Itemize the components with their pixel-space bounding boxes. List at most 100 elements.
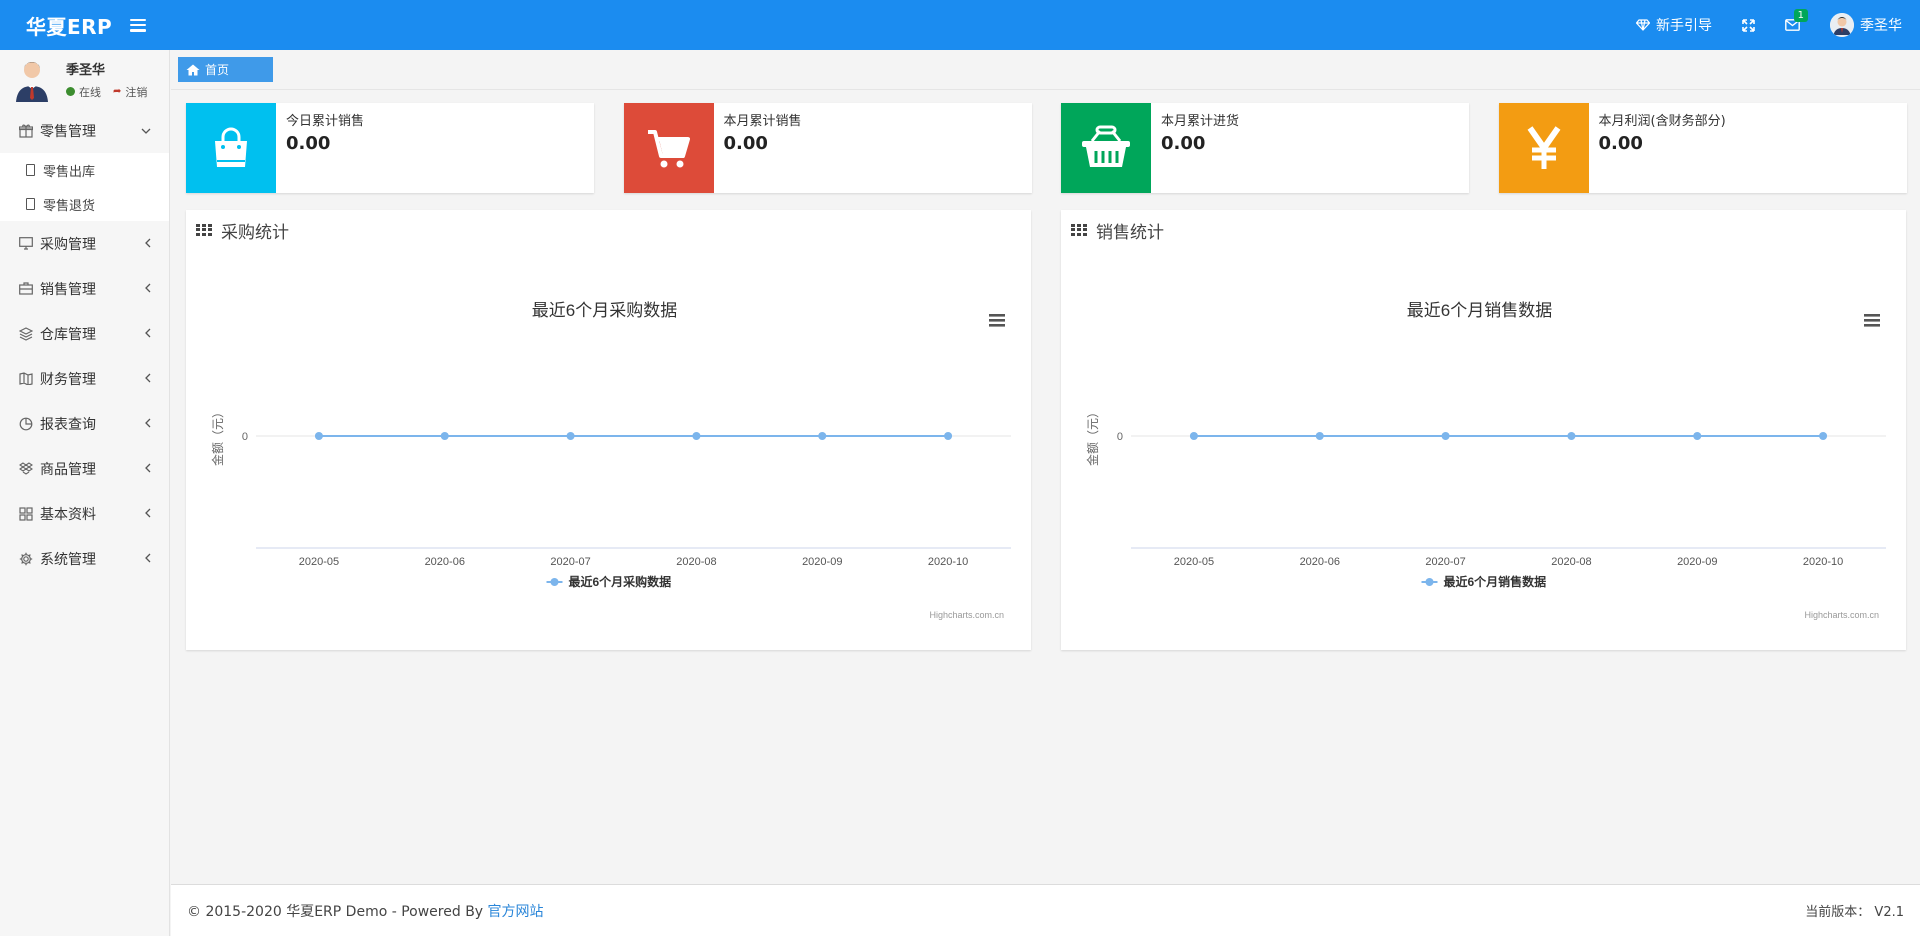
breadcrumb: 首页 bbox=[171, 50, 1920, 90]
data-point bbox=[314, 432, 323, 440]
avatar bbox=[1830, 13, 1854, 37]
sidebar-menu: 零售管理零售出库 零售退货采购管理销售管理仓库管理 财务管理 报表查询 商品管理 基本资料… bbox=[0, 108, 169, 581]
brand-logo[interactable]: 华夏ERP bbox=[26, 11, 112, 40]
logout-icon[interactable]: ➦ bbox=[113, 86, 121, 97]
sidebar-subitem-1[interactable]: 零售出库 bbox=[0, 153, 169, 187]
panel-title: 采购统计 bbox=[221, 222, 289, 243]
stat-label: 本月利润(含财务部分) bbox=[1598, 114, 1726, 129]
sidebar-item-5[interactable]: 财务管理 bbox=[0, 356, 169, 401]
sidebar-item-6[interactable]: 报表查询 bbox=[0, 401, 169, 446]
sidebar: 季圣华 在线 ➦ 注销 零售管理零售出库 零售退货采购管理销售管理仓库管理 财务管理… bbox=[0, 50, 170, 936]
sidebar-toggle-icon[interactable] bbox=[130, 18, 147, 32]
yen-icon bbox=[1498, 103, 1589, 193]
x-tick-label: 2020-08 bbox=[676, 556, 716, 568]
footer: © 2015-2020 华夏ERP Demo - Powered By 官方网站… bbox=[171, 884, 1920, 936]
chart-title: 最近6个月销售数据 bbox=[1407, 301, 1552, 320]
stat-value: 0.00 bbox=[1598, 133, 1643, 154]
user-name: 季圣华 bbox=[1860, 18, 1902, 34]
sidebar-item-label: 零售管理 bbox=[40, 123, 96, 140]
chart-menu-icon[interactable] bbox=[1864, 314, 1880, 327]
sidebar-menu-group: 系统管理 bbox=[0, 536, 169, 581]
tab-home[interactable]: 首页 bbox=[178, 57, 274, 82]
legend-label: 最近6个月销售数据 bbox=[1444, 574, 1547, 589]
layers-icon bbox=[18, 326, 33, 341]
purchase-chart: 最近6个月采购数据金额（元） 02020-05 2020-06 2020-07 2020… bbox=[210, 301, 1011, 620]
stat-box: 本月累计销售 0.00 bbox=[623, 103, 1032, 193]
sidebar-subitem-2[interactable]: 零售退货 bbox=[0, 187, 169, 221]
messages-button[interactable]: 1 bbox=[1785, 9, 1808, 31]
x-tick-label: 2020-10 bbox=[1803, 556, 1843, 568]
sidebar-item-8[interactable]: 基本资料 bbox=[0, 491, 169, 536]
panel-header: 采购统计 bbox=[186, 210, 1031, 250]
x-tick-label: 2020-09 bbox=[802, 556, 842, 568]
user-panel: 季圣华 在线 ➦ 注销 bbox=[0, 50, 169, 108]
official-site-link[interactable]: 官方网站 bbox=[488, 901, 544, 921]
version-label: 当前版本： bbox=[1805, 905, 1871, 920]
sidebar-item-4[interactable]: 仓库管理 bbox=[0, 311, 169, 356]
chevron-left-icon bbox=[145, 327, 151, 341]
y-axis-label: 金额（元） bbox=[1085, 406, 1100, 466]
chart-menu-bar bbox=[1864, 314, 1880, 317]
legend-label: 最近6个月采购数据 bbox=[569, 574, 672, 589]
chart-menu-icon[interactable] bbox=[989, 314, 1005, 327]
chevron-left-icon bbox=[145, 282, 151, 296]
desktop-icon bbox=[18, 236, 33, 251]
panel-title: 销售统计 bbox=[1096, 222, 1164, 243]
data-point bbox=[692, 432, 701, 440]
sidebar-item-9[interactable]: 系统管理 bbox=[0, 536, 169, 581]
chart-legend[interactable]: 最近6个月销售数据 bbox=[1421, 574, 1547, 589]
guide-button[interactable]: 新手引导 bbox=[1636, 15, 1712, 35]
sidebar-item-3[interactable]: 销售管理 bbox=[0, 266, 169, 311]
sidebar-item-7[interactable]: 商品管理 bbox=[0, 446, 169, 491]
chart-credits[interactable]: Highcharts.com.cn bbox=[929, 610, 1004, 620]
chevron-left-icon bbox=[145, 552, 151, 566]
chart-menu-bar bbox=[989, 319, 1005, 322]
sidebar-menu-group: 商品管理 bbox=[0, 446, 169, 491]
data-point bbox=[1189, 432, 1198, 440]
pie-chart-icon bbox=[18, 416, 33, 431]
top-right-menu: 新手引导 1 季圣华 bbox=[1606, 0, 1920, 50]
main-content: 首页 今日累计销售 0.00 本月累计销售 0.00 本月累计进货 0.00 本月利润(含财… bbox=[171, 50, 1920, 884]
sales-panel: 销售统计 最近6个月销售数据 金额（元） 0 2020-05 2020-06 2020-0… bbox=[1061, 210, 1906, 650]
legend-marker bbox=[1425, 578, 1434, 586]
sidebar-item-label: 销售管理 bbox=[40, 281, 96, 298]
sidebar-menu-group: 仓库管理 bbox=[0, 311, 169, 356]
data-point bbox=[1567, 432, 1576, 440]
version-number: V2.1 bbox=[1874, 905, 1904, 920]
chart-menu-bar bbox=[989, 324, 1005, 327]
stat-label: 本月累计销售 bbox=[723, 114, 802, 129]
sidebar-item-2[interactable]: 采购管理 bbox=[0, 221, 169, 266]
sidebar-menu-group: 销售管理 bbox=[0, 266, 169, 311]
x-tick-label: 2020-06 bbox=[425, 556, 465, 568]
online-status-label: 在线 bbox=[79, 85, 101, 99]
guide-label: 新手引导 bbox=[1656, 18, 1712, 34]
data-point bbox=[1819, 432, 1828, 440]
stat-row: 今日累计销售 0.00 本月累计销售 0.00 本月累计进货 0.00 本月利润(含财务部分… bbox=[186, 103, 1907, 193]
legend-marker bbox=[550, 578, 559, 586]
x-tick-label: 2020-07 bbox=[550, 556, 590, 568]
user-menu[interactable]: 季圣华 bbox=[1830, 13, 1902, 37]
stat-box: 今日累计销售 0.00 bbox=[186, 103, 594, 193]
x-tick-label: 2020-07 bbox=[1425, 556, 1465, 568]
sidebar-menu-group: 基本资料 bbox=[0, 491, 169, 536]
logout-link[interactable]: 注销 bbox=[125, 84, 147, 100]
sidebar-item-label: 采购管理 bbox=[40, 236, 96, 253]
data-point bbox=[440, 432, 449, 440]
fullscreen-button[interactable] bbox=[1742, 18, 1755, 32]
chart-title: 最近6个月采购数据 bbox=[532, 301, 677, 320]
brand-area: 华夏ERP bbox=[0, 11, 170, 40]
tab-home-label: 首页 bbox=[205, 63, 230, 77]
chart-menu-bar bbox=[1864, 319, 1880, 322]
x-tick-label: 2020-05 bbox=[299, 556, 339, 568]
sidebar-item-1[interactable]: 零售管理 bbox=[0, 108, 169, 153]
chart-credits[interactable]: Highcharts.com.cn bbox=[1804, 610, 1879, 620]
sidebar-user-name: 季圣华 bbox=[66, 62, 106, 78]
file-icon bbox=[26, 198, 35, 210]
sidebar-menu-group: 报表查询 bbox=[0, 401, 169, 446]
file-icon bbox=[26, 164, 35, 176]
stat-label: 今日累计销售 bbox=[286, 114, 365, 129]
stat-box: 本月利润(含财务部分) 0.00 bbox=[1498, 103, 1907, 193]
gear-icon bbox=[18, 551, 33, 566]
chart-legend[interactable]: 最近6个月采购数据 bbox=[546, 574, 672, 589]
diamond-icon bbox=[1636, 19, 1650, 31]
